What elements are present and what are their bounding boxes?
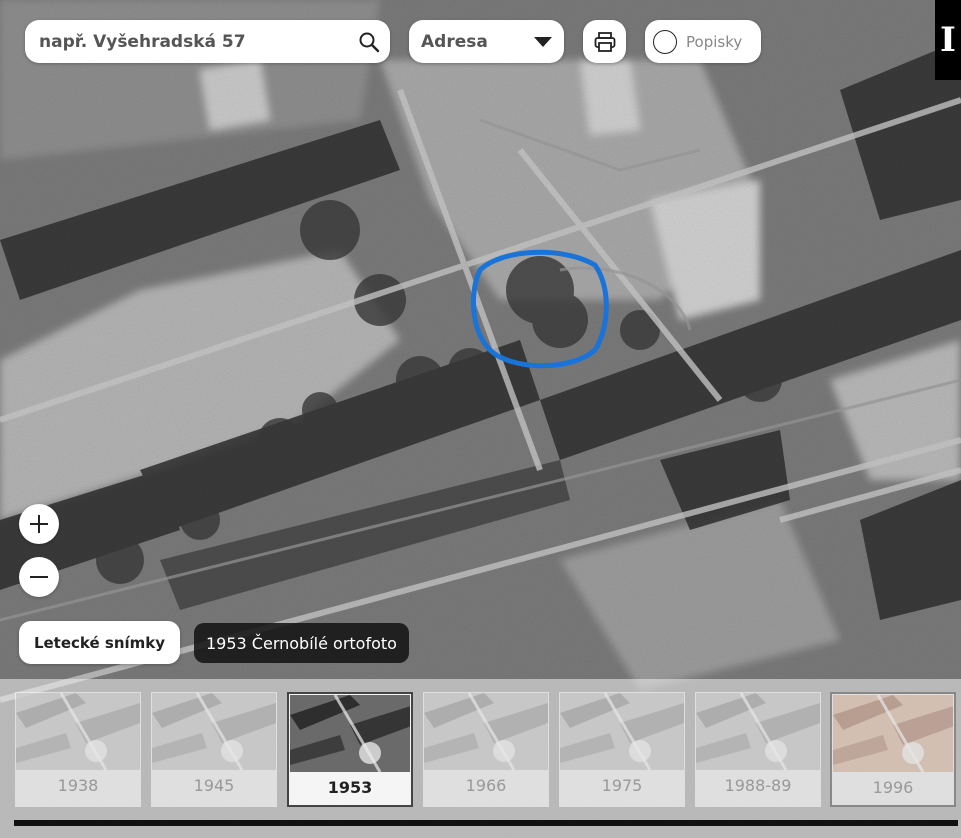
year-thumbnail[interactable]: 1988-89	[695, 692, 821, 807]
print-button[interactable]	[583, 20, 626, 63]
year-label: 1945	[193, 776, 235, 795]
toggle-circle-icon[interactable]	[653, 29, 677, 54]
year-label: 1988-89	[724, 776, 792, 795]
year-thumbnail[interactable]: 1975	[559, 692, 685, 807]
year-thumbnail[interactable]: 1945	[151, 692, 277, 807]
address-search[interactable]	[25, 20, 390, 63]
search-icon[interactable]	[358, 31, 380, 53]
plus-icon	[30, 515, 48, 533]
search-mode-value: Adresa	[421, 31, 488, 52]
zoom-out-button[interactable]	[19, 557, 59, 597]
year-preview-image	[16, 693, 140, 770]
year-label: 1975	[601, 776, 643, 795]
layer-switch-label: Letecké snímky	[33, 633, 166, 652]
year-preview-image	[424, 693, 548, 770]
year-preview-image	[290, 695, 410, 772]
year-preview-image	[696, 693, 820, 770]
labels-toggle[interactable]: Popisky	[645, 20, 761, 63]
current-layer-text: 1953 Černobílé ortofoto	[206, 633, 397, 653]
year-label: 1966	[465, 776, 507, 795]
search-input[interactable]	[37, 30, 358, 53]
labels-toggle-label: Popisky	[686, 32, 743, 51]
current-layer-label: 1953 Černobílé ortofoto	[194, 623, 409, 663]
timeline-bar	[14, 820, 958, 826]
year-preview-image	[560, 693, 684, 770]
layer-switch-button[interactable]: Letecké snímky	[19, 621, 180, 664]
minus-icon	[30, 576, 48, 578]
year-thumbnails: 1938 1945 1953 1966 1975 1988-89 1996	[0, 679, 961, 819]
year-label: 1938	[57, 776, 99, 795]
year-label: 1953	[327, 778, 373, 797]
year-thumbnail[interactable]: 1953	[287, 692, 413, 807]
year-preview-image	[833, 695, 953, 772]
year-thumbnail[interactable]: 1938	[15, 692, 141, 807]
chevron-down-icon	[534, 36, 552, 47]
year-timeline: 1938 1945 1953 1966 1975 1988-89 1996	[0, 679, 961, 838]
year-preview-image	[152, 693, 276, 770]
year-label: 1996	[872, 778, 914, 797]
year-thumbnail[interactable]: 1996	[830, 692, 956, 807]
year-thumbnail[interactable]: 1966	[423, 692, 549, 807]
zoom-in-button[interactable]	[19, 504, 59, 544]
info-icon: I	[940, 20, 956, 60]
info-button[interactable]: I	[935, 0, 961, 80]
printer-icon	[594, 31, 615, 52]
search-mode-select[interactable]: Adresa	[409, 20, 564, 63]
